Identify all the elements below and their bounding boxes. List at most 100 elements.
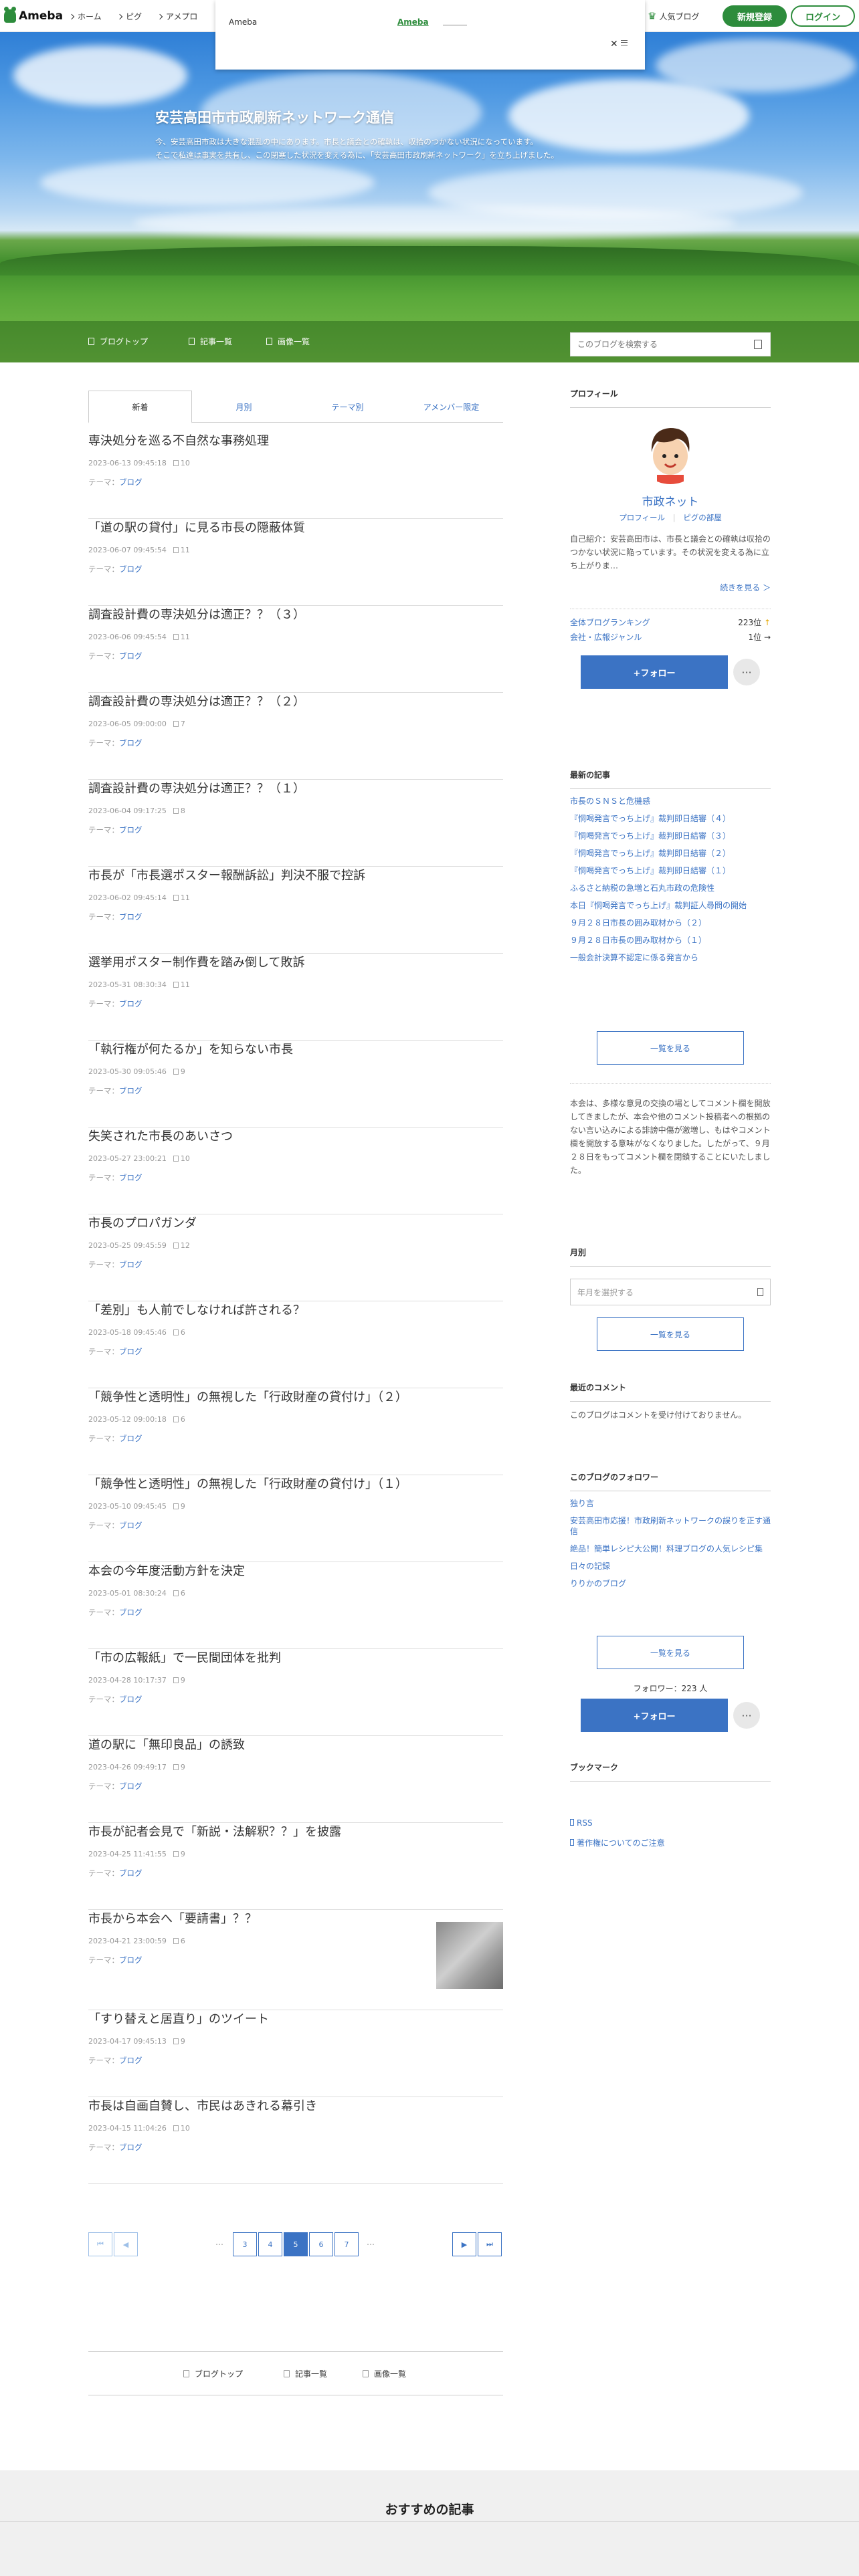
prev-page-button[interactable]: ◀ — [114, 2232, 138, 2256]
entry-comment-count[interactable]: 10 — [181, 2124, 190, 2133]
tab-new[interactable]: 新着 — [88, 391, 192, 423]
theme-link[interactable]: ブログ — [119, 1695, 142, 1704]
latest-list-all-button[interactable]: 一覧を見る — [597, 1031, 744, 1065]
theme-link[interactable]: ブログ — [119, 564, 142, 574]
entry-title[interactable]: 市長のプロパガンダ — [88, 1216, 503, 1232]
entry-comment-count[interactable]: 10 — [181, 459, 190, 467]
follower-link[interactable]: りりかのブログ — [570, 1578, 771, 1589]
entry-title[interactable]: 「競争性と透明性」の無視した「行政財産の貸付け」（１） — [88, 1477, 503, 1493]
tab-monthly[interactable]: 月別 — [192, 391, 296, 423]
theme-link[interactable]: ブログ — [119, 2143, 142, 2152]
ranking-link[interactable]: 全体ブログランキング — [570, 618, 650, 627]
entry-comment-count[interactable]: 10 — [181, 1154, 190, 1163]
tab-amember[interactable]: アメンバー限定 — [399, 391, 503, 423]
theme-link[interactable]: ブログ — [119, 825, 142, 835]
nav-pigg[interactable]: ピグ — [116, 11, 142, 22]
entry-title[interactable]: 「競争性と透明性」の無視した「行政財産の貸付け」（２） — [88, 1390, 503, 1406]
page-5-current[interactable]: 5 — [284, 2232, 308, 2256]
theme-link[interactable]: ブログ — [119, 912, 142, 922]
follow-button-2[interactable]: +フォロー — [581, 1699, 728, 1732]
theme-link[interactable]: ブログ — [119, 1347, 142, 1356]
entry-comment-count[interactable]: 11 — [181, 546, 190, 554]
monthly-list-button[interactable]: 一覧を見る — [597, 1317, 744, 1351]
page-7[interactable]: 7 — [335, 2232, 359, 2256]
entry-title[interactable]: 調査設計費の専決処分は適正？？（３） — [88, 607, 503, 623]
theme-link[interactable]: ブログ — [119, 1521, 142, 1530]
theme-link[interactable]: ブログ — [119, 1868, 142, 1878]
footer-image-list[interactable]: 画像一覧 — [363, 2368, 406, 2379]
nav-home[interactable]: ホーム — [68, 11, 102, 22]
entry-comment-count[interactable]: 11 — [181, 893, 190, 902]
entry-title[interactable]: 専決処分を巡る不自然な事務処理 — [88, 433, 503, 449]
next-page-button[interactable]: ▶ — [452, 2232, 476, 2256]
theme-link[interactable]: ブログ — [119, 1086, 142, 1095]
nav-entry-list[interactable]: 記事一覧 — [189, 336, 232, 347]
latest-article-link[interactable]: ９月２８日市長の囲み取材から（２） — [570, 918, 771, 928]
more-options-button[interactable]: ··· — [733, 659, 760, 685]
page-6[interactable]: 6 — [309, 2232, 333, 2256]
follower-link[interactable]: 安芸高田市応援！市政刷新ネットワークの誤りを正す通信 — [570, 1515, 771, 1537]
entry-comment-count[interactable]: 11 — [181, 980, 190, 989]
entry-title[interactable]: 「道の駅の貸付」に見る市長の隠蔽体質 — [88, 520, 503, 536]
entry-comment-count[interactable]: 7 — [181, 720, 185, 728]
footer-blog-top[interactable]: ブログトップ — [183, 2368, 243, 2379]
entry-comment-count[interactable]: 6 — [181, 1937, 185, 1945]
popup-link[interactable]: Ameba — [397, 17, 429, 27]
popular-blog-button[interactable]: ♛ 人気ブログ — [648, 8, 699, 24]
followers-list-button[interactable]: 一覧を見る — [597, 1636, 744, 1669]
page-4[interactable]: 4 — [258, 2232, 282, 2256]
latest-article-link[interactable]: 市長のＳＮＳと危機感 — [570, 796, 771, 807]
entry-comment-count[interactable]: 6 — [181, 1589, 185, 1598]
entry-comment-count[interactable]: 8 — [181, 807, 185, 815]
blog-title[interactable]: 安芸高田市市政刷新ネットワーク通信 — [155, 107, 394, 127]
last-page-button[interactable]: ⏭ — [478, 2232, 502, 2256]
nav-amepro[interactable]: アメプロ — [157, 11, 197, 22]
tab-theme[interactable]: テーマ別 — [296, 391, 399, 423]
entry-title[interactable]: 「すり替えと居直り」のツイート — [88, 2012, 503, 2028]
entry-title[interactable]: 本会の今年度活動方針を決定 — [88, 1564, 503, 1580]
first-page-button[interactable]: ⏮ — [88, 2232, 112, 2256]
copyright-link[interactable]: 著作権についてのご注意 — [570, 1838, 771, 1848]
theme-link[interactable]: ブログ — [119, 2056, 142, 2065]
theme-link[interactable]: ブログ — [119, 1173, 142, 1182]
entry-title[interactable]: 市長が記者会見で「新説・法解釈？？」を披露 — [88, 1824, 503, 1840]
profile-link[interactable]: プロフィール — [619, 513, 665, 522]
theme-link[interactable]: ブログ — [119, 477, 142, 487]
latest-article-link[interactable]: ふるさと納税の急増と石丸市政の危険性 — [570, 883, 771, 893]
latest-article-link[interactable]: 一般会計決算不認定に係る発言から — [570, 952, 771, 963]
entry-comment-count[interactable]: 9 — [181, 1850, 185, 1858]
entry-comment-count[interactable]: 9 — [181, 2037, 185, 2046]
avatar[interactable] — [637, 417, 704, 484]
month-select[interactable]: 年月を選択する — [570, 1279, 771, 1305]
latest-article-link[interactable]: 『恫喝発言でっち上げ』裁判即日結審（２） — [570, 848, 771, 859]
entry-comment-count[interactable]: 11 — [181, 633, 190, 641]
theme-link[interactable]: ブログ — [119, 1782, 142, 1791]
latest-article-link[interactable]: 『恫喝発言でっち上げ』裁判即日結審（１） — [570, 865, 771, 876]
entry-title[interactable]: 「差別」も人前でしなければ許される？ — [88, 1303, 503, 1319]
latest-article-link[interactable]: ９月２８日市長の囲み取材から（１） — [570, 935, 771, 946]
footer-entry-list[interactable]: 記事一覧 — [284, 2368, 327, 2379]
entry-title[interactable]: 「執行権が何たるか」を知らない市長 — [88, 1042, 503, 1058]
theme-link[interactable]: ブログ — [119, 651, 142, 661]
entry-comment-count[interactable]: 9 — [181, 1502, 185, 1511]
follow-button[interactable]: +フォロー — [581, 655, 728, 689]
theme-link[interactable]: ブログ — [119, 1608, 142, 1617]
nav-image-list[interactable]: 画像一覧 — [266, 336, 310, 347]
entry-title[interactable]: 「市の広報紙」で一民間団体を批判 — [88, 1650, 503, 1667]
latest-article-link[interactable]: 本日『恫喝発言でっち上げ』裁判証人尋問の開始 — [570, 900, 771, 911]
profile-name[interactable]: 市政ネット — [570, 492, 771, 509]
theme-link[interactable]: ブログ — [119, 1955, 142, 1965]
follower-link[interactable]: 絶品！簡単レシピ大公開！料理ブログの人気レシピ集 — [570, 1543, 771, 1554]
entry-thumbnail[interactable] — [436, 1922, 503, 1989]
entry-comment-count[interactable]: 9 — [181, 1763, 185, 1772]
theme-link[interactable]: ブログ — [119, 999, 142, 1008]
latest-article-link[interactable]: 『恫喝発言でっち上げ』裁判即日結審（３） — [570, 831, 771, 841]
entry-title[interactable]: 道の駅に「無印良品」の誘致 — [88, 1737, 503, 1753]
follower-link[interactable]: 独り言 — [570, 1498, 771, 1509]
rss-link[interactable]: RSS — [570, 1818, 771, 1828]
register-button[interactable]: 新規登録 — [723, 5, 787, 27]
entry-comment-count[interactable]: 6 — [181, 1415, 185, 1424]
login-button[interactable]: ログイン — [791, 5, 855, 27]
entry-title[interactable]: 選挙用ポスター制作費を踏み倒して敗訴 — [88, 955, 503, 971]
read-more-link[interactable]: 続きを見る ＞ — [570, 582, 771, 593]
